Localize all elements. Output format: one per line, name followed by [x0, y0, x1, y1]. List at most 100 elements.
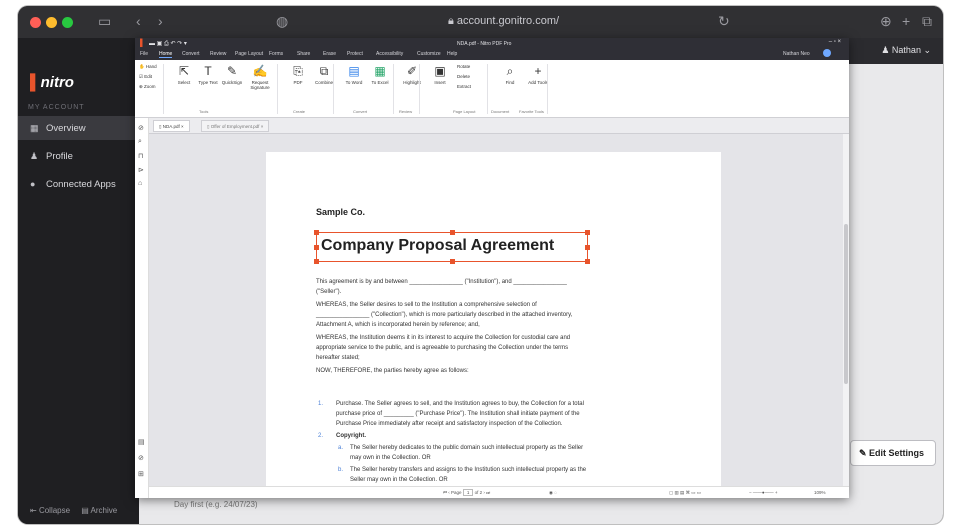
forward-icon[interactable]: › — [158, 13, 163, 29]
minimize-window-button[interactable] — [46, 17, 57, 28]
ribbon-to-excel-button[interactable]: ▦ To Excel — [367, 64, 393, 85]
ribbon-zoom-button[interactable]: ⊕ Zoom — [139, 84, 156, 90]
document-text-line[interactable]: The Seller hereby dedicates to the publi… — [350, 444, 583, 452]
document-text-line[interactable]: WHEREAS, the Institution deems it in its… — [316, 334, 570, 342]
selected-title-box[interactable]: Company Proposal Agreement — [314, 230, 590, 264]
close-window-button[interactable] — [30, 17, 41, 28]
reload-icon[interactable]: ↻ — [718, 13, 730, 29]
quick-access-icons[interactable]: ▬ ▣ ⎙ ↶ ↷ ▾ — [149, 40, 187, 48]
document-text-line[interactable]: WHEREAS, the Seller desires to sell to t… — [316, 301, 537, 309]
document-text-line[interactable]: appropriate service to the public, and i… — [316, 344, 568, 352]
document-viewport[interactable]: Sample Co. Company Proposal Agreement Th… — [149, 134, 849, 486]
document-title[interactable]: Company Proposal Agreement — [321, 237, 554, 255]
ribbon-type-text-button[interactable]: T Type Text — [195, 64, 221, 85]
ribbon-rotate-button[interactable]: Rotate — [457, 64, 470, 69]
ribbon-pdf-button[interactable]: ⎘ PDF — [285, 64, 311, 85]
document-text-line[interactable]: Copyright. — [336, 432, 366, 440]
document-text-line[interactable]: Seller may own in the Collection. OR — [350, 476, 448, 484]
menu-page-layout[interactable]: Page Layout — [235, 51, 263, 57]
ribbon-extract-button[interactable]: Extract — [457, 84, 471, 89]
address-bar[interactable]: 🔒︎ account.gonitro.com/ — [448, 15, 559, 28]
close-icon[interactable]: × — [259, 124, 264, 129]
new-tab-icon[interactable]: + — [902, 13, 910, 29]
tab-offer[interactable]: ▯ Offer of Employment.pdf × — [201, 120, 270, 132]
maximize-window-button[interactable] — [62, 17, 73, 28]
nitro-logo[interactable]: ▌nitro — [30, 74, 74, 91]
menu-erase[interactable]: Erase — [323, 51, 336, 57]
resize-handle[interactable] — [314, 259, 319, 264]
menu-accessibility[interactable]: Accessibility — [376, 51, 403, 57]
layers-icon[interactable]: ⊞ — [138, 470, 144, 478]
resize-handle[interactable] — [585, 245, 590, 250]
page-number[interactable]: 1 — [462, 489, 474, 496]
user-menu[interactable]: ♟ Nathan ⌄ — [881, 45, 931, 56]
edit-settings-button[interactable]: ✎ Edit Settings — [850, 440, 936, 466]
bookmark-icon[interactable]: ⊓ — [138, 152, 143, 160]
menu-convert[interactable]: Convert — [182, 51, 200, 57]
document-text-line[interactable]: Purchase Price immediately after receipt… — [336, 420, 562, 428]
resize-handle[interactable] — [585, 230, 590, 235]
resize-handle[interactable] — [314, 230, 319, 235]
audio-icon[interactable]: ◉ ◌ — [549, 490, 557, 496]
window-controls[interactable]: – ▫ × — [829, 39, 841, 45]
scroll-thumb[interactable] — [844, 224, 848, 384]
app-user[interactable]: Nathan Neo — [783, 51, 810, 57]
ribbon-edit-button[interactable]: ☑ Edit — [139, 74, 152, 80]
sidebar-toggle-icon[interactable]: ▭ — [98, 13, 111, 29]
back-icon[interactable]: ‹ — [136, 13, 141, 29]
tab-nda[interactable]: ▯ NDA.pdf × — [153, 120, 190, 132]
collapse-button[interactable]: ⇤ Collapse — [30, 506, 70, 515]
menu-home[interactable]: Home — [159, 51, 173, 58]
pdf-page[interactable]: Sample Co. Company Proposal Agreement Th… — [266, 152, 721, 486]
document-text-line[interactable]: ________________ ("Collection"), which i… — [316, 311, 572, 319]
ribbon-delete-button[interactable]: Delete — [457, 74, 470, 79]
ribbon-highlight-button[interactable]: ✐ Highlight — [399, 64, 425, 85]
document-text-line[interactable]: purchase price of _________ ("Purchase P… — [336, 410, 580, 418]
ribbon-to-word-button[interactable]: ▤ To Word — [341, 64, 367, 85]
pages-icon[interactable]: ⊘ — [138, 124, 144, 132]
menu-forms[interactable]: Forms — [269, 51, 283, 57]
tag-icon[interactable]: ⊳ — [138, 166, 144, 174]
zoom-slider[interactable]: − ——●—— + — [749, 490, 777, 495]
page-nav[interactable]: ⏮ ‹ Page 1 of 2 › ⏭ — [443, 489, 490, 496]
avatar[interactable] — [823, 49, 831, 57]
resize-handle[interactable] — [450, 259, 455, 264]
ribbon-find-button[interactable]: ⌕ Find — [497, 64, 523, 85]
resize-handle[interactable] — [314, 245, 319, 250]
document-text-line[interactable]: may own in the Collection. OR — [350, 454, 431, 462]
shield-icon[interactable]: ◍ — [276, 13, 288, 29]
resize-handle[interactable] — [450, 230, 455, 235]
document-text-line[interactable]: The Seller hereby transfers and assigns … — [350, 466, 586, 474]
menu-file[interactable]: File — [140, 51, 148, 57]
sidebar-item-overview[interactable]: ▦ Overview — [18, 116, 139, 140]
tabs-overview-icon[interactable]: ⧉ — [922, 13, 932, 29]
lock-icon[interactable]: ⌂ — [138, 180, 142, 187]
document-text-line[interactable]: ("Seller"). — [316, 288, 341, 296]
vertical-scrollbar[interactable] — [843, 134, 849, 486]
ribbon-quicksign-button[interactable]: ✎ QuickSign — [219, 64, 245, 85]
menu-customize[interactable]: Customize — [417, 51, 441, 57]
close-icon[interactable]: × — [180, 124, 184, 129]
search-icon[interactable]: ⌕ — [138, 138, 142, 146]
sidebar-item-connected-apps[interactable]: ● Connected Apps — [18, 172, 139, 196]
menu-protect[interactable]: Protect — [347, 51, 363, 57]
view-mode-icons[interactable]: ▢ ▥ ▤ ⌘ ▭ ▭ — [669, 490, 701, 496]
menu-help[interactable]: Help — [447, 51, 457, 57]
document-text-line[interactable]: NOW, THEREFORE, the parties hereby agree… — [316, 367, 469, 375]
document-text-line[interactable]: Attachment A, which is incorporated here… — [316, 321, 480, 329]
ribbon-select-button[interactable]: ⇱ Select — [171, 64, 197, 85]
comment-icon[interactable]: ▤ — [138, 438, 145, 446]
document-text-line[interactable]: hereafter stated; — [316, 354, 360, 362]
sidebar-item-profile[interactable]: ♟ Profile — [18, 144, 139, 168]
archive-button[interactable]: ▤ Archive — [81, 506, 117, 515]
download-icon[interactable]: ⊕ — [880, 13, 892, 29]
ribbon-request-signature-button[interactable]: ✍ Request Signature — [247, 64, 273, 90]
menu-share[interactable]: Share — [297, 51, 310, 57]
ribbon-insert-button[interactable]: ▣ Insert — [427, 64, 453, 85]
document-text-line[interactable]: This agreement is by and between _______… — [316, 278, 567, 286]
resize-handle[interactable] — [585, 259, 590, 264]
ribbon-hand-button[interactable]: ✋ Hand — [139, 64, 157, 70]
document-text-line[interactable]: Purchase. The Seller agrees to sell, and… — [336, 400, 584, 408]
menu-review[interactable]: Review — [210, 51, 226, 57]
attachment-icon[interactable]: ⊘ — [138, 454, 144, 462]
